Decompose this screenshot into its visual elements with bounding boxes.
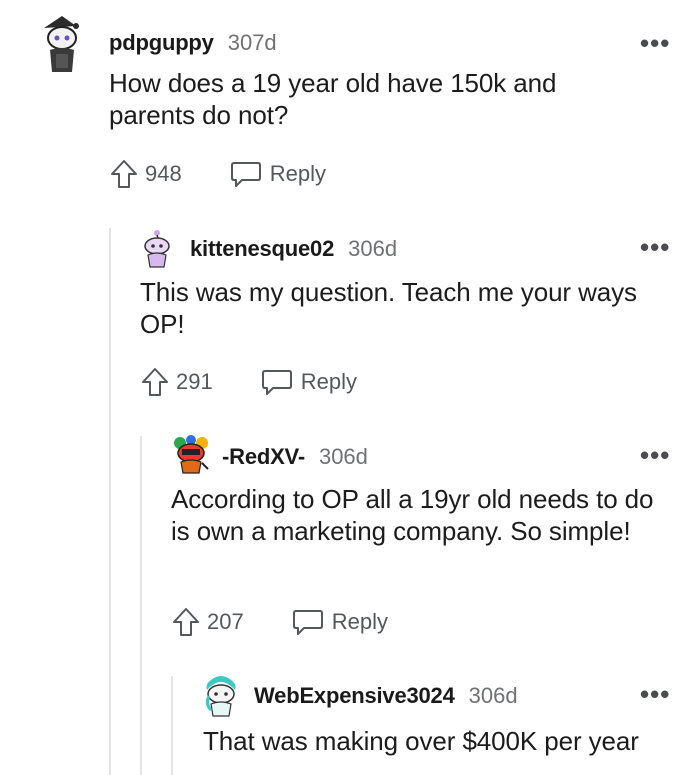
username[interactable]: kittenesque02 <box>190 236 334 262</box>
reply-bubble-icon <box>261 367 293 397</box>
comment-header: pdpguppy 307d <box>109 30 277 56</box>
more-options-button[interactable]: ••• <box>640 442 670 468</box>
reply-button[interactable]: Reply <box>230 159 326 189</box>
thread-line-3[interactable] <box>171 676 173 775</box>
upvote-arrow-icon[interactable] <box>140 366 170 398</box>
more-options-button[interactable]: ••• <box>640 30 670 56</box>
timestamp: 306d <box>468 683 518 708</box>
snoo-wizard-avatar-icon[interactable] <box>36 14 88 74</box>
comment-header: WebExpensive3024 306d <box>254 683 518 709</box>
comment-body: This was my question. Teach me your ways… <box>140 277 637 339</box>
more-options-button[interactable]: ••• <box>640 681 670 707</box>
username[interactable]: WebExpensive3024 <box>254 683 455 709</box>
reply-label: Reply <box>300 369 357 394</box>
more-options-button[interactable]: ••• <box>640 234 670 260</box>
comment-header: -RedXV- 306d <box>222 444 368 470</box>
upvote-arrow-icon[interactable] <box>109 158 139 190</box>
timestamp: 306d <box>348 236 398 261</box>
timestamp: 306d <box>318 444 368 469</box>
vote-count: 207 <box>207 609 244 634</box>
comment-body: How does a 19 year old have 150k and par… <box>109 68 557 130</box>
comment-actions: 291 Reply <box>140 366 357 398</box>
vote-count: 291 <box>176 369 213 394</box>
comment-actions: 207 Reply <box>171 606 388 638</box>
snoo-pink-avatar-icon[interactable] <box>140 229 174 269</box>
reply-label: Reply <box>331 609 388 634</box>
username[interactable]: pdpguppy <box>109 30 214 56</box>
comment-header: kittenesque02 306d <box>190 236 397 262</box>
reply-button[interactable]: Reply <box>261 367 357 397</box>
thread-line-2[interactable] <box>140 436 142 775</box>
comment-body: That was making over $400K per year <box>203 726 639 756</box>
comment-actions: 948 Reply <box>109 158 326 190</box>
upvote-control[interactable]: 948 <box>109 158 182 190</box>
reply-bubble-icon <box>292 607 324 637</box>
comment-body: According to OP all a 19yr old needs to … <box>171 484 654 546</box>
thread-line-1[interactable] <box>109 228 111 775</box>
reply-label: Reply <box>269 161 326 186</box>
snoo-teal-avatar-icon[interactable] <box>203 676 239 718</box>
reply-bubble-icon <box>230 159 262 189</box>
username[interactable]: -RedXV- <box>222 444 305 470</box>
upvote-control[interactable]: 207 <box>171 606 244 638</box>
upvote-arrow-icon[interactable] <box>171 606 201 638</box>
reply-button[interactable]: Reply <box>292 607 388 637</box>
upvote-control[interactable]: 291 <box>140 366 213 398</box>
snoo-colorful-avatar-icon[interactable] <box>172 435 210 475</box>
timestamp: 307d <box>227 30 277 55</box>
vote-count: 948 <box>145 161 182 186</box>
